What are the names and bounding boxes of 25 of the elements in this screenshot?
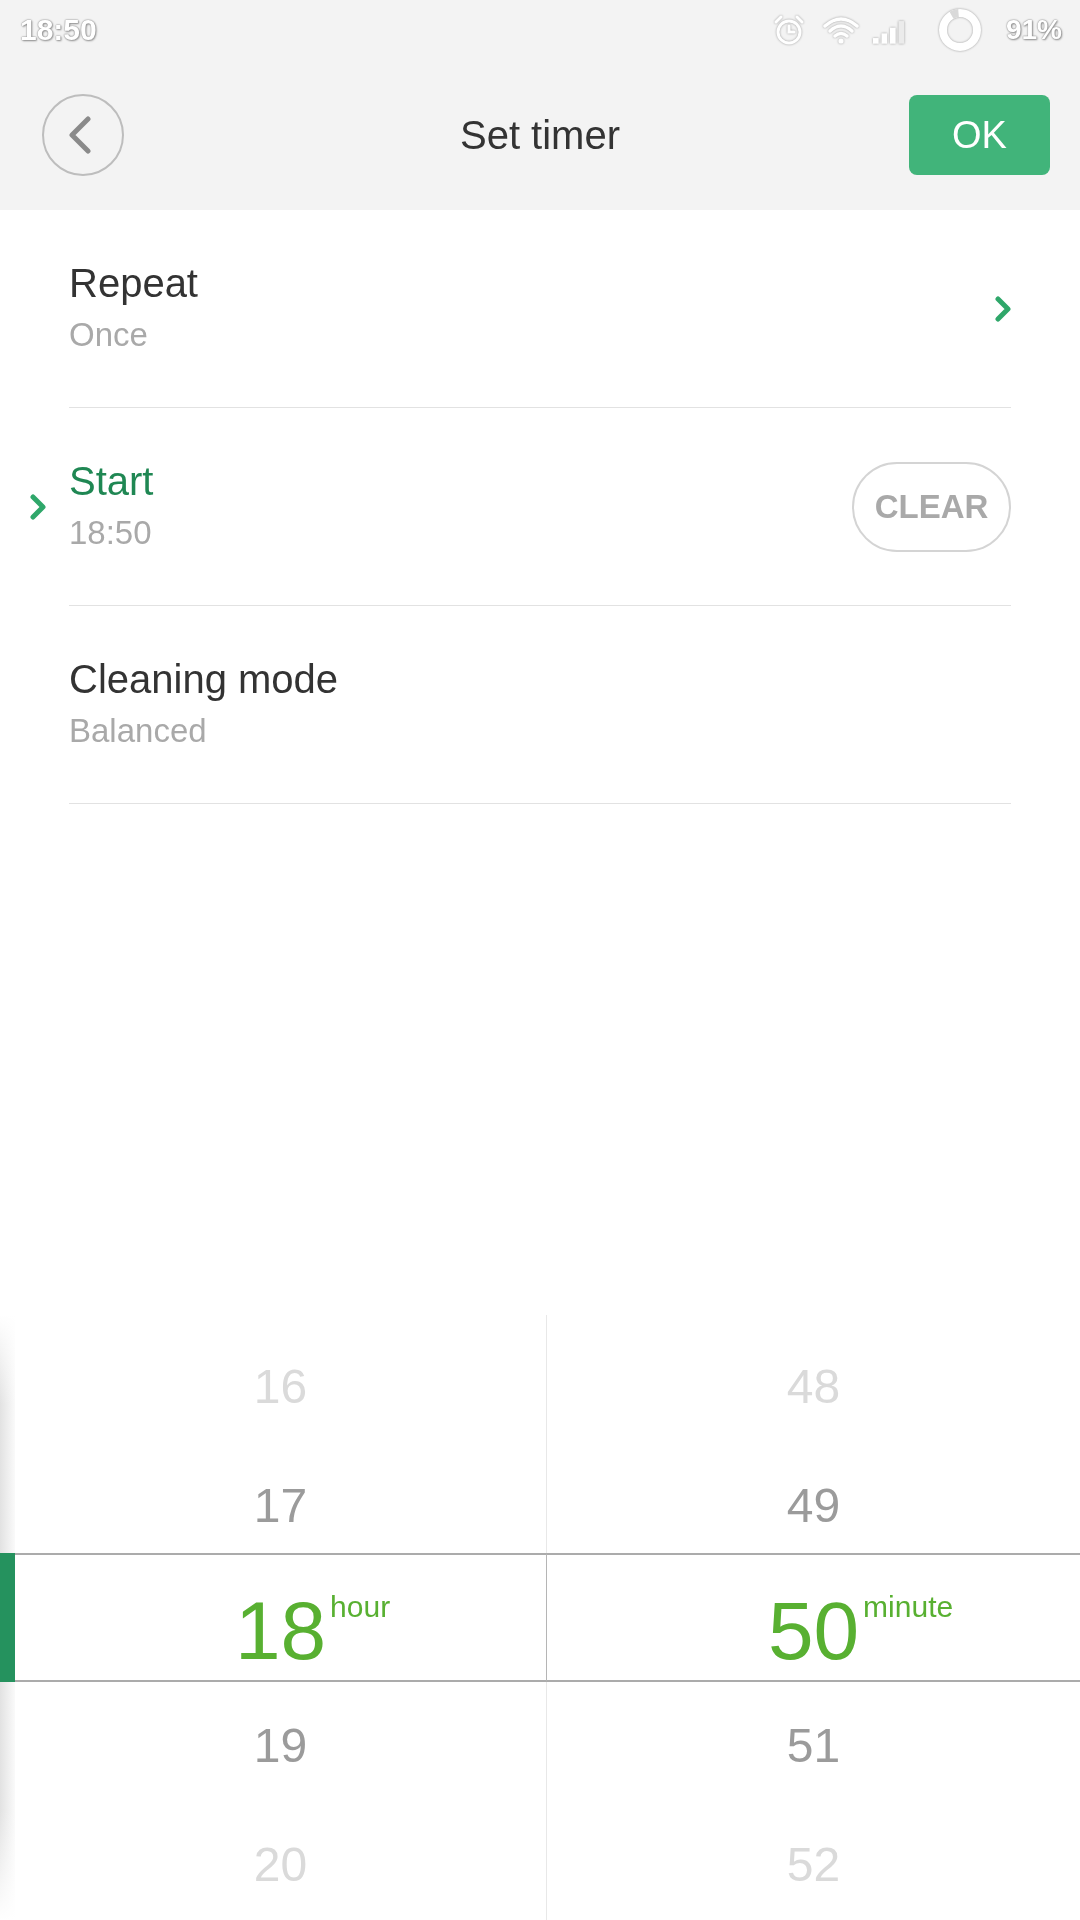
picker-option[interactable]: 19 [253,1721,308,1770]
clear-button[interactable]: CLEAR [852,461,1011,552]
setting-title: Cleaning mode [69,655,339,703]
setting-value: 18:50 [69,512,152,553]
picker-value[interactable]: 50 [767,1584,860,1676]
unit-label: minute [863,1591,954,1622]
unit-label: hour [330,1591,391,1622]
status-time: 18:50 [20,13,97,47]
setting-title: Repeat [69,259,198,307]
picker-option[interactable]: 49 [786,1481,841,1530]
alarm-clock-icon [772,14,805,46]
picker-option[interactable]: 17 [253,1481,308,1530]
battery-level: 91% [1005,14,1062,46]
setting-value: Once [69,314,148,355]
picker-option[interactable]: 51 [786,1721,841,1770]
picker-value[interactable]: 18 [234,1584,327,1676]
chevron-right-icon [995,295,1011,322]
setting-title: Start [69,457,154,505]
setting-value: Balanced [69,710,207,751]
wifi-icon [822,16,859,44]
ring-icon [937,8,982,52]
chevron-left-icon [69,116,91,154]
back-button[interactable] [42,94,124,176]
ok-button[interactable]: OK [909,95,1050,175]
screen-title: Set timer [459,112,620,158]
